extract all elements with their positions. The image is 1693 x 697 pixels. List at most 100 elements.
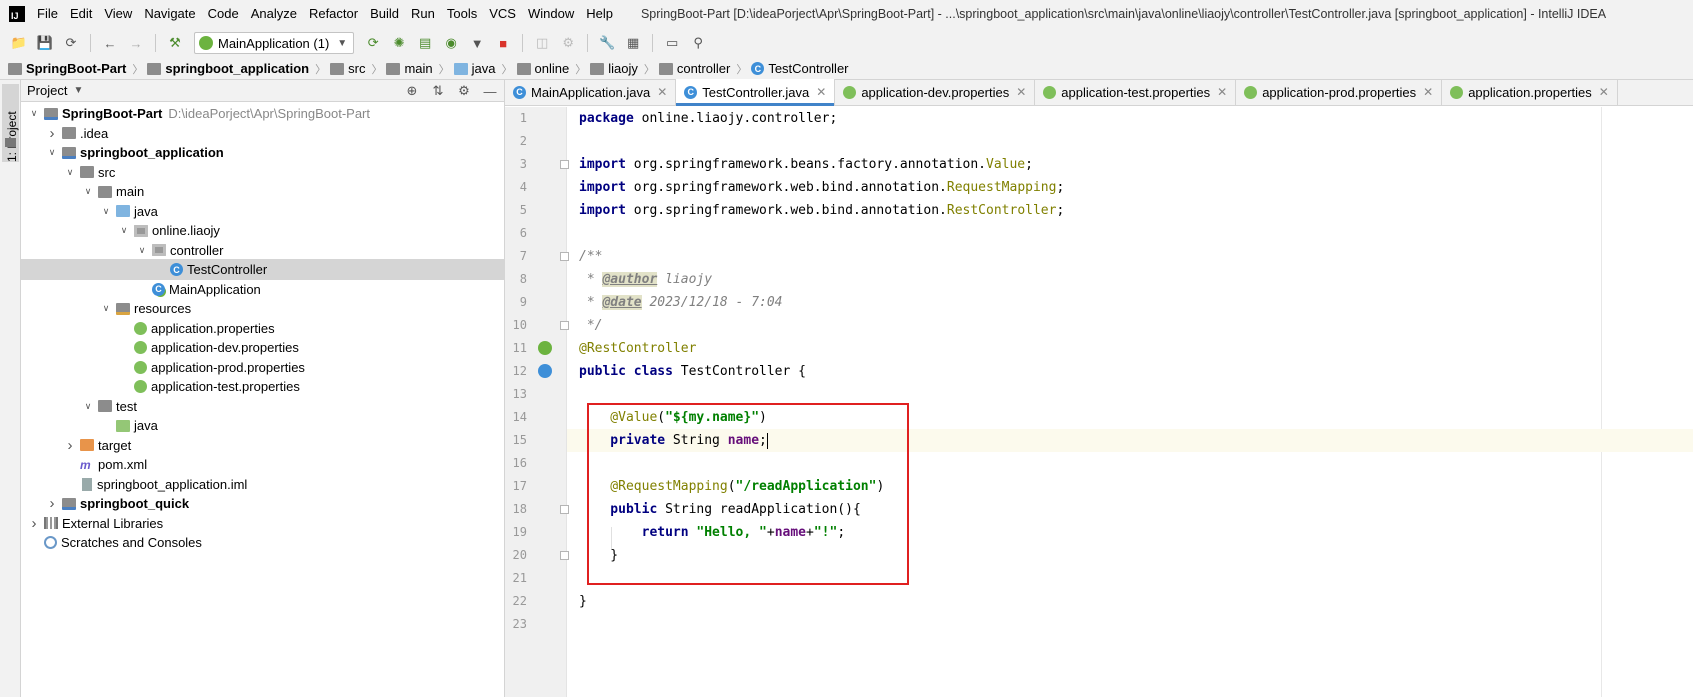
debug-bug-icon[interactable]: ✺	[391, 35, 407, 51]
tree-item[interactable]: ∨ resources	[21, 298, 505, 319]
tree-item[interactable]: ∨ main	[21, 181, 505, 202]
close-icon[interactable]: ✕	[1599, 85, 1609, 99]
coverage-icon[interactable]: ▤	[417, 35, 433, 51]
tree-item[interactable]: application-prod.properties	[21, 357, 505, 378]
menu-edit[interactable]: Edit	[64, 0, 98, 28]
back-icon[interactable]: ←	[102, 35, 118, 51]
tree-item[interactable]: springboot_application.iml	[21, 474, 505, 495]
project-structure-icon[interactable]: ▦	[625, 35, 641, 51]
menu-window[interactable]: Window	[522, 0, 580, 28]
tree-item[interactable]: ∨ controller	[21, 240, 505, 261]
chevron-down-icon[interactable]: ∨	[135, 245, 149, 256]
menu-build[interactable]: Build	[364, 0, 405, 28]
close-icon[interactable]: ✕	[657, 85, 667, 99]
tree-item[interactable]: › target	[21, 435, 505, 456]
run-dropdown-icon[interactable]: ▼	[469, 35, 485, 51]
menu-run[interactable]: Run	[405, 0, 441, 28]
terminal-icon[interactable]: ▭	[664, 35, 680, 51]
tree-item[interactable]: › springboot_quick	[21, 493, 505, 514]
chevron-down-icon[interactable]: ∨	[81, 186, 95, 197]
close-icon[interactable]: ✕	[1423, 85, 1433, 99]
close-icon[interactable]: ✕	[816, 85, 826, 99]
tree-item[interactable]: C TestController	[21, 259, 505, 280]
breadcrumb-java[interactable]: java 〉	[453, 61, 513, 77]
close-icon[interactable]: ✕	[1016, 85, 1026, 99]
editor-tab[interactable]: application.properties ✕	[1442, 79, 1618, 105]
code-text-area[interactable]: package online.liaojy.controller; import…	[567, 107, 1693, 697]
chevron-down-icon[interactable]: ▼	[73, 85, 83, 96]
tree-item[interactable]: application-dev.properties	[21, 337, 505, 358]
profile-icon[interactable]: ◉	[443, 35, 459, 51]
project-tool-window-tab[interactable]: 1: Project	[2, 84, 19, 162]
editor-tab[interactable]: C TestController.java ✕	[676, 79, 836, 106]
locate-target-icon[interactable]: ⊕	[404, 83, 420, 99]
chevron-down-icon[interactable]: ∨	[99, 303, 113, 314]
breadcrumb-src[interactable]: src 〉	[330, 61, 382, 77]
vcs-icon[interactable]: ⚙	[560, 35, 576, 51]
chevron-right-icon[interactable]: ›	[45, 125, 59, 142]
stop-icon[interactable]: ■	[495, 35, 511, 51]
chevron-right-icon[interactable]: ›	[63, 437, 77, 454]
menu-code[interactable]: Code	[202, 0, 245, 28]
breadcrumb-project[interactable]: SpringBoot-Part 〉	[8, 61, 143, 77]
chevron-right-icon[interactable]: ›	[45, 495, 59, 512]
tree-item[interactable]: ∨ java	[21, 201, 505, 222]
editor-tab[interactable]: application-dev.properties ✕	[835, 79, 1036, 105]
sync-icon[interactable]: ⟳	[63, 35, 79, 51]
chevron-down-icon[interactable]: ∨	[99, 206, 113, 217]
attach-debugger-icon[interactable]: ◫	[534, 35, 550, 51]
menu-view[interactable]: View	[98, 0, 138, 28]
code-line-9: * @date 2023/12/18 - 7:04	[567, 291, 1693, 314]
gear-icon[interactable]: ⚙	[456, 83, 472, 99]
run-configuration-select[interactable]: MainApplication (1) ▼	[194, 32, 355, 54]
tree-item[interactable]: C MainApplication	[21, 279, 505, 300]
save-all-icon[interactable]: 💾	[37, 35, 53, 51]
rerun-icon[interactable]: ⟳	[365, 35, 381, 51]
menu-file[interactable]: File	[31, 0, 64, 28]
wrench-settings-icon[interactable]: 🔧	[599, 35, 615, 51]
editor-tab[interactable]: application-test.properties ✕	[1035, 79, 1237, 105]
search-icon[interactable]: ⚲	[690, 35, 706, 51]
close-icon[interactable]: ✕	[1217, 85, 1227, 99]
editor-tab[interactable]: application-prod.properties ✕	[1236, 79, 1443, 105]
breadcrumb-module[interactable]: springboot_application 〉	[147, 61, 326, 77]
tree-item[interactable]: java	[21, 415, 505, 436]
chevron-down-icon[interactable]: ∨	[63, 167, 77, 178]
tree-item[interactable]: application.properties	[21, 318, 505, 339]
tree-item[interactable]: m pom.xml	[21, 454, 505, 475]
tree-item[interactable]: Scratches and Consoles	[21, 532, 505, 553]
build-hammer-icon[interactable]: ⚒	[167, 35, 183, 51]
breadcrumb-liaojy[interactable]: liaojy 〉	[590, 61, 655, 77]
tree-item[interactable]: › External Libraries	[21, 513, 505, 534]
tree-item[interactable]: ∨ springboot_application	[21, 142, 505, 163]
breadcrumb-controller[interactable]: controller 〉	[658, 61, 747, 77]
menu-vcs[interactable]: VCS	[483, 0, 522, 28]
open-folder-icon[interactable]: 📁	[11, 35, 27, 51]
menu-refactor[interactable]: Refactor	[303, 0, 364, 28]
collapse-all-icon[interactable]: ⇅	[430, 83, 446, 99]
chevron-down-icon[interactable]: ∨	[45, 147, 59, 158]
tree-item[interactable]: ∨ online.liaojy	[21, 220, 505, 241]
spring-class-gutter-icon[interactable]	[538, 364, 552, 378]
tree-item[interactable]: › .idea	[21, 123, 505, 144]
tree-item[interactable]: ∨ src	[21, 162, 505, 183]
menu-help[interactable]: Help	[580, 0, 619, 28]
chevron-down-icon[interactable]: ∨	[81, 401, 95, 412]
breadcrumb-main[interactable]: main 〉	[386, 61, 450, 77]
menu-analyze[interactable]: Analyze	[245, 0, 303, 28]
chevron-right-icon[interactable]: ›	[27, 515, 41, 532]
tree-item[interactable]: ∨ SpringBoot-Part D:\ideaPorject\Apr\Sprin…	[21, 103, 505, 124]
breadcrumb-class[interactable]: C TestController	[751, 61, 849, 76]
chevron-down-icon[interactable]: ∨	[117, 225, 131, 236]
forward-icon[interactable]: →	[128, 35, 144, 51]
editor-tab[interactable]: C MainApplication.java ✕	[505, 79, 677, 105]
menu-tools[interactable]: Tools	[441, 0, 483, 28]
hide-minimize-icon[interactable]: —	[482, 83, 498, 99]
tree-item[interactable]: ∨ test	[21, 396, 505, 417]
spring-bean-gutter-icon[interactable]	[538, 341, 552, 355]
breadcrumb-online[interactable]: online 〉	[516, 61, 586, 77]
project-view-selector[interactable]: Project	[27, 83, 67, 98]
menu-navigate[interactable]: Navigate	[138, 0, 201, 28]
chevron-down-icon[interactable]: ∨	[27, 108, 41, 119]
tree-item[interactable]: application-test.properties	[21, 376, 505, 397]
